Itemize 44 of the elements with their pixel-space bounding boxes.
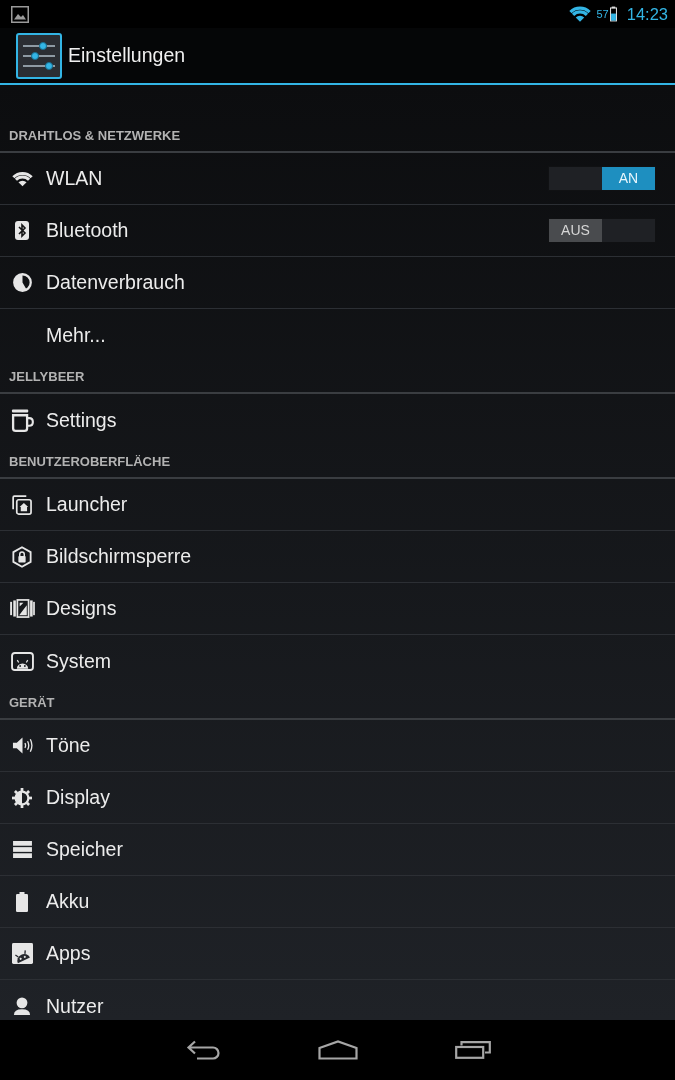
back-icon[interactable] bbox=[184, 1040, 221, 1060]
wifi-icon bbox=[11, 170, 33, 187]
home-icon[interactable] bbox=[317, 1040, 358, 1060]
settings-item[interactable]: Töne bbox=[0, 720, 675, 772]
settings-item[interactable]: Bildschirmsperre bbox=[0, 531, 675, 583]
bluetooth-icon bbox=[15, 221, 29, 240]
settings-item[interactable]: Nutzer bbox=[0, 980, 675, 1020]
status-time: 14:23 bbox=[626, 4, 668, 24]
settings-item[interactable]: Speicher bbox=[0, 824, 675, 876]
screen-title: Einstellungen bbox=[68, 44, 186, 67]
settings-item[interactable]: Datenverbrauch bbox=[0, 257, 675, 309]
picture-icon bbox=[11, 5, 29, 23]
robot-window-icon bbox=[10, 651, 34, 671]
battery-icon bbox=[16, 891, 28, 912]
settings-item[interactable]: Designs bbox=[0, 583, 675, 635]
section-header: DRAHTLOS & NETZWERKE bbox=[0, 120, 675, 153]
battery-status-icon bbox=[609, 6, 617, 22]
section-header: GERÄT bbox=[0, 687, 675, 720]
brightness-icon bbox=[12, 787, 32, 808]
toggle-switch[interactable]: AUS bbox=[548, 218, 656, 243]
person-icon bbox=[13, 997, 31, 1015]
section-header: JELLYBEER bbox=[0, 361, 675, 394]
pie-chart-icon bbox=[12, 273, 32, 292]
settings-item[interactable]: Akku bbox=[0, 876, 675, 928]
wifi-signal-icon bbox=[569, 6, 592, 22]
section-header: BENUTZEROBERFLÄCHE bbox=[0, 446, 675, 479]
settings-item[interactable]: Launcher bbox=[0, 479, 675, 531]
robot-tile-icon bbox=[11, 943, 33, 964]
settings-item[interactable]: Bluetooth AUS bbox=[0, 205, 675, 257]
settings-item[interactable]: System bbox=[0, 635, 675, 687]
cup-icon bbox=[10, 408, 34, 432]
lock-icon bbox=[12, 545, 32, 568]
sliders-app-icon[interactable] bbox=[16, 32, 62, 79]
battery-percent: 57 bbox=[596, 8, 609, 20]
recent-apps-icon[interactable] bbox=[454, 1041, 491, 1059]
settings-item[interactable]: Settings bbox=[0, 394, 675, 446]
storage-icon bbox=[12, 841, 32, 858]
switch-thumb[interactable]: AUS bbox=[549, 219, 602, 242]
settings-item[interactable]: Mehr... bbox=[0, 309, 675, 361]
house-windows-icon bbox=[12, 494, 32, 515]
settings-item[interactable]: Display bbox=[0, 772, 675, 824]
speaker-icon bbox=[11, 735, 33, 756]
settings-item[interactable]: Apps bbox=[0, 928, 675, 980]
picture-frames-icon bbox=[9, 599, 35, 618]
